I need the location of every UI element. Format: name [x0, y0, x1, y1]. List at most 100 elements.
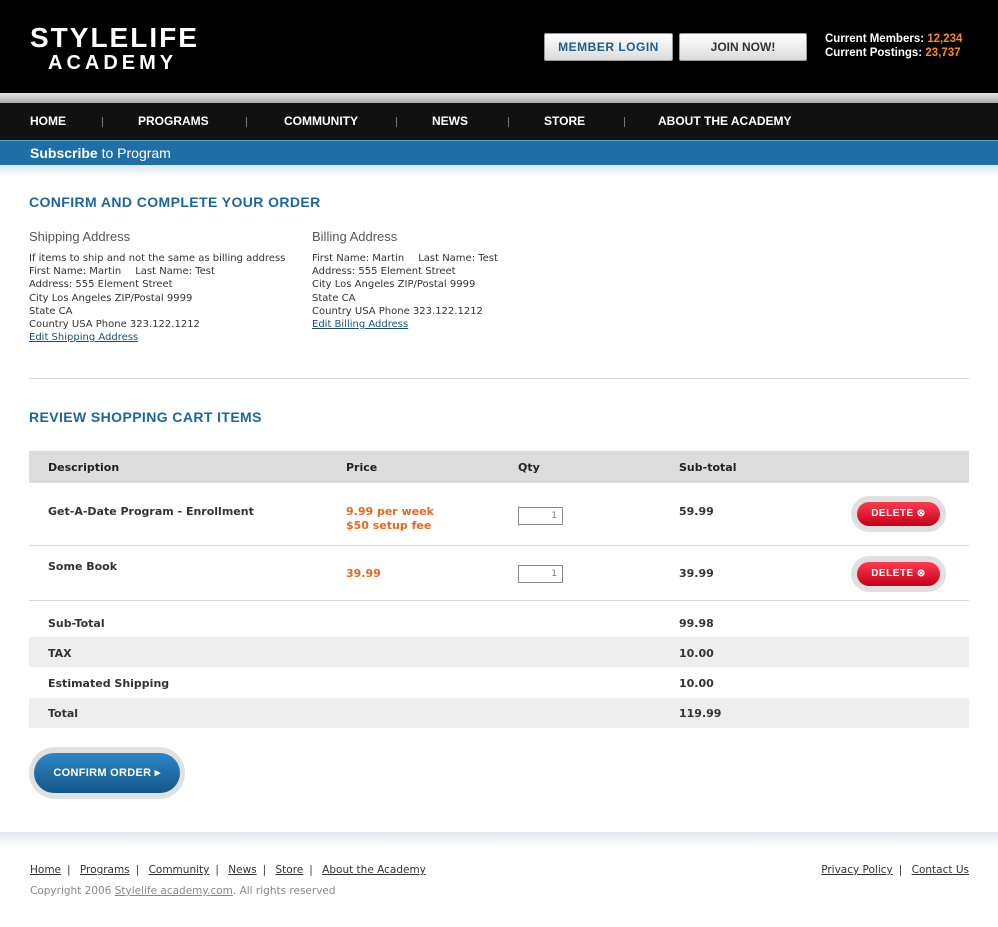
footer-link-news[interactable]: News — [228, 864, 256, 876]
delete-label: DELETE — [871, 508, 914, 519]
delete-label: DELETE — [871, 568, 914, 579]
footer-nav: Home | Programs | Community | News | Store | … — [30, 864, 426, 876]
shipping-country: Country USA Phone 323.122.1212 — [29, 319, 200, 331]
billing-first-name: First Name: Martin — [312, 253, 405, 264]
shipping-state: State CA — [29, 305, 73, 317]
billing-street: Address: 555 Element Street — [312, 266, 456, 278]
nav-news[interactable]: NEWS — [432, 103, 468, 140]
nav-separator — [396, 117, 397, 127]
billing-city: City Los Angeles ZIP/Postal 9999 — [312, 279, 476, 291]
row-divider — [29, 545, 969, 546]
shipping-note: If items to ship and not the same as bil… — [29, 253, 286, 264]
qty-input[interactable]: 1 — [518, 565, 563, 583]
subtotal-label: Sub-Total — [48, 617, 105, 630]
billing-country: Country USA Phone 323.122.1212 — [312, 305, 483, 317]
nav-home[interactable]: HOME — [30, 103, 66, 140]
item-setup-fee: $50 setup fee — [346, 519, 432, 532]
nav-separator — [102, 117, 103, 127]
arrow-right-icon: ▸ — [154, 767, 161, 779]
delete-button[interactable]: DELETE ⊗ — [851, 556, 946, 592]
total-value: 119.99 — [679, 707, 722, 720]
item-subtotal: 39.99 — [679, 567, 714, 580]
footer-link-store[interactable]: Store — [276, 864, 304, 876]
footer-legal-nav: Privacy Policy | Contact Us — [821, 864, 969, 876]
item-subtotal: 59.99 — [679, 505, 714, 518]
subtotal-value: 99.98 — [679, 617, 714, 630]
copyright-site-link[interactable]: Stylelife academy.com — [115, 885, 233, 897]
members-label: Current Members: — [825, 33, 925, 45]
nav-about[interactable]: ABOUT THE ACADEMY — [658, 103, 792, 140]
postings-label: Current Postings: — [825, 47, 923, 59]
site-header: STYLELIFE ACADEMY MEMBER LOGIN JOIN NOW!… — [0, 0, 998, 93]
shipping-first-name: First Name: Martin — [29, 266, 122, 278]
row-divider — [29, 600, 969, 601]
billing-address-title: Billing Address — [312, 229, 398, 244]
section-divider — [29, 378, 969, 379]
total-row-band — [29, 698, 969, 728]
nav-separator — [508, 117, 509, 127]
footer-link-home[interactable]: Home — [30, 864, 61, 876]
footer-link-about[interactable]: About the Academy — [322, 864, 426, 876]
logo-line2: ACADEMY — [48, 52, 178, 74]
site-logo[interactable]: STYLELIFE ACADEMY — [30, 22, 199, 74]
footer-link-privacy[interactable]: Privacy Policy — [821, 864, 893, 876]
copyright: Copyright 2006 Stylelife academy.com. Al… — [30, 885, 336, 897]
col-subtotal: Sub-total — [679, 461, 737, 474]
close-icon: ⊗ — [916, 508, 926, 519]
main-nav: HOME PROGRAMS COMMUNITY NEWS STORE ABOUT… — [0, 103, 998, 140]
item-price: 9.99 per week — [346, 505, 434, 518]
total-label: Total — [48, 707, 79, 720]
shipping-estimate-value: 10.00 — [679, 677, 714, 690]
nav-divider — [0, 93, 998, 103]
billing-address-block: First Name: Martin Last Name: Test Addres… — [312, 252, 498, 331]
footer-link-community[interactable]: Community — [149, 864, 210, 876]
nav-programs[interactable]: PROGRAMS — [138, 103, 209, 140]
billing-state: State CA — [312, 292, 356, 304]
shipping-address-title: Shipping Address — [29, 229, 131, 244]
copyright-prefix: Copyright 2006 — [30, 885, 115, 897]
col-qty: Qty — [518, 461, 540, 474]
subbar-title-bold: Subscribe — [30, 145, 98, 161]
shipping-city: City Los Angeles ZIP/Postal 9999 — [29, 292, 193, 304]
shipping-estimate-label: Estimated Shipping — [48, 677, 170, 690]
footer-link-programs[interactable]: Programs — [80, 864, 130, 876]
footer-link-contact[interactable]: Contact Us — [912, 864, 969, 876]
edit-shipping-address-link[interactable]: Edit Shipping Address — [29, 332, 138, 343]
copyright-suffix: . All rights reserved — [232, 885, 336, 897]
confirm-order-label: CONFIRM ORDER — [53, 767, 152, 779]
nav-store[interactable]: STORE — [544, 103, 585, 140]
shipping-last-name: Last Name: Test — [135, 266, 215, 278]
edit-billing-address-link[interactable]: Edit Billing Address — [312, 319, 408, 330]
site-stats: Current Members: 12,234 Current Postings… — [825, 32, 962, 60]
shipping-address-block: If items to ship and not the same as bil… — [29, 252, 285, 344]
delete-button[interactable]: DELETE ⊗ — [851, 496, 946, 532]
subscribe-bar: Subscribe to Program — [0, 140, 998, 165]
nav-separator — [246, 117, 247, 127]
confirm-order-heading: CONFIRM AND COMPLETE YOUR ORDER — [29, 194, 321, 210]
nav-separator — [624, 117, 625, 127]
member-login-button[interactable]: MEMBER LOGIN — [544, 33, 673, 61]
col-price: Price — [346, 461, 378, 474]
subbar-shadow — [0, 165, 998, 177]
postings-count: 23,737 — [925, 47, 961, 59]
qty-input[interactable]: 1 — [518, 507, 563, 525]
join-now-button[interactable]: JOIN NOW! — [679, 33, 807, 61]
subbar-title-rest: to Program — [97, 145, 171, 161]
item-price: 39.99 — [346, 567, 381, 580]
shipping-street: Address: 555 Element Street — [29, 279, 173, 291]
footer-divider — [0, 832, 998, 846]
item-description: Get-A-Date Program - Enrollment — [48, 505, 254, 518]
review-cart-heading: REVIEW SHOPPING CART ITEMS — [29, 409, 262, 425]
nav-community[interactable]: COMMUNITY — [284, 103, 358, 140]
confirm-order-button[interactable]: CONFIRM ORDER ▸ — [29, 747, 185, 799]
logo-line1: STYLELIFE — [30, 22, 199, 53]
col-description: Description — [48, 461, 120, 474]
subbar-title: Subscribe to Program — [30, 145, 171, 161]
item-description: Some Book — [48, 560, 118, 573]
tax-label: TAX — [48, 647, 72, 660]
tax-value: 10.00 — [679, 647, 714, 660]
cart-table-header: Description Price Qty Sub-total — [29, 451, 969, 483]
members-count: 12,234 — [927, 33, 963, 45]
close-icon: ⊗ — [916, 568, 926, 579]
tax-row-band — [29, 637, 969, 667]
